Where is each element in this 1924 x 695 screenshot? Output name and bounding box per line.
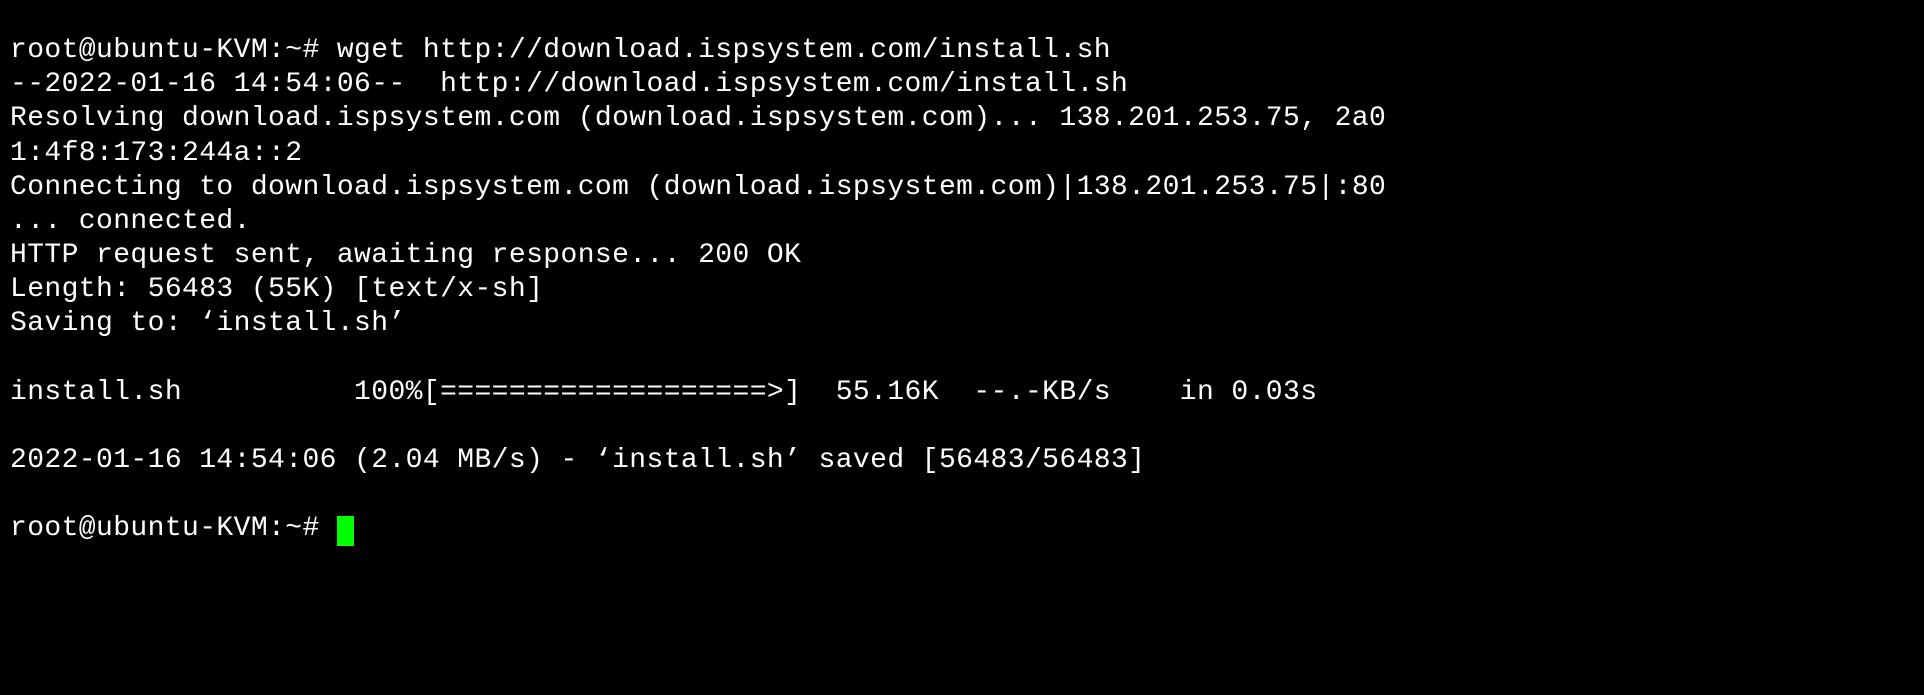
terminal-line: HTTP request sent, awaiting response... … — [10, 240, 801, 271]
terminal-output[interactable]: root@ubuntu-KVM:~# wget http://download.… — [0, 0, 1924, 547]
terminal-line: root@ubuntu-KVM:~# wget http://download.… — [10, 35, 1111, 66]
terminal-line: --2022-01-16 14:54:06-- http://download.… — [10, 69, 1128, 100]
terminal-prompt: root@ubuntu-KVM:~# — [10, 513, 337, 544]
window-edge — [0, 0, 8, 695]
terminal-line: install.sh 100%[===================>] 55… — [10, 377, 1317, 408]
terminal-line: Connecting to download.ispsystem.com (do… — [10, 172, 1386, 203]
terminal-line: Length: 56483 (55K) [text/x-sh] — [10, 274, 543, 305]
terminal-line: ... connected. — [10, 206, 251, 237]
terminal-prompt-line: root@ubuntu-KVM:~# — [10, 513, 354, 544]
terminal-line: Resolving download.ispsystem.com (downlo… — [10, 103, 1386, 134]
cursor-icon[interactable] — [337, 516, 354, 545]
terminal-line: Saving to: ‘install.sh’ — [10, 308, 406, 339]
terminal-line: 1:4f8:173:244a::2 — [10, 138, 302, 169]
terminal-line: 2022-01-16 14:54:06 (2.04 MB/s) - ‘insta… — [10, 445, 1145, 476]
